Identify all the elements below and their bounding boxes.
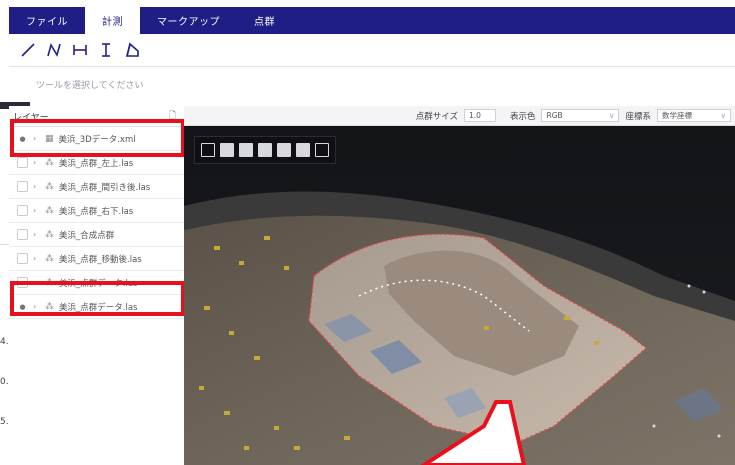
- layer-label: 美浜_点群_間引き後.las: [59, 182, 151, 193]
- view-right-icon[interactable]: [277, 143, 291, 157]
- tab-file[interactable]: ファイル: [9, 7, 85, 34]
- polyline-measure-icon[interactable]: [43, 39, 65, 61]
- layer-panel-header: レイヤー 🗋: [9, 106, 184, 127]
- coord-system-value: 数学座標: [662, 111, 692, 120]
- visibility-eye-icon[interactable]: ●: [17, 133, 28, 144]
- layer-item[interactable]: › ⁂ 美浜_点群_左上.las: [9, 151, 184, 175]
- expand-chevron-icon[interactable]: ›: [33, 302, 40, 311]
- coord-system-label: 座標系: [625, 111, 651, 122]
- point-cloud-icon: ⁂: [45, 157, 54, 168]
- layer-label: 美浜_点群データ.las: [59, 278, 138, 289]
- layer-panel: レイヤー 🗋 ● › ▦ 美浜_3Dデータ.xml › ⁂ 美浜_点群_左上.las › ⁂ 美浜…: [9, 106, 185, 465]
- tool-hint-text: ツールを選択してください: [36, 81, 144, 91]
- layer-item[interactable]: › ⁂ 美浜_合成点群: [9, 223, 184, 247]
- layer-item[interactable]: › ⁂ 美浜_点群_移動後.las: [9, 247, 184, 271]
- point-size-input[interactable]: 1.0: [463, 109, 496, 122]
- expand-chevron-icon[interactable]: ›: [33, 230, 40, 239]
- layer-label: 美浜_点群_移動後.las: [59, 254, 142, 265]
- layer-item[interactable]: › ⁂ 美浜_点群_間引き後.las: [9, 175, 184, 199]
- view-back-icon[interactable]: [239, 143, 253, 157]
- expand-chevron-icon[interactable]: ›: [33, 158, 40, 167]
- visibility-eye-icon[interactable]: ●: [17, 301, 28, 312]
- layer-item[interactable]: › ⁂ 美浜_点群データ.las: [9, 271, 184, 295]
- visibility-checkbox[interactable]: [17, 253, 28, 264]
- layer-item[interactable]: › ⁂ 美浜_点群_右下.las: [9, 199, 184, 223]
- expand-chevron-icon[interactable]: ›: [33, 206, 40, 215]
- visibility-checkbox[interactable]: [17, 205, 28, 216]
- layer-item[interactable]: ● › ⁂ 美浜_点群データ.las: [9, 295, 184, 319]
- area-measure-icon[interactable]: [121, 39, 143, 61]
- chevron-down-icon: ∨: [608, 111, 615, 120]
- view-top-icon[interactable]: [201, 143, 215, 157]
- view-bottom-icon[interactable]: [315, 143, 329, 157]
- layer-item[interactable]: ● › ▦ 美浜_3Dデータ.xml: [9, 127, 184, 151]
- visibility-checkbox[interactable]: [17, 157, 28, 168]
- chevron-down-icon: ∨: [720, 111, 727, 120]
- background-number: 0.: [0, 377, 9, 387]
- point-cloud-icon: ⁂: [45, 301, 54, 312]
- expand-chevron-icon[interactable]: ›: [33, 182, 40, 191]
- new-layer-icon[interactable]: 🗋: [169, 108, 176, 124]
- tab-measure[interactable]: 計測: [85, 7, 140, 34]
- point-cloud-icon: ⁂: [45, 253, 54, 264]
- layer-label: 美浜_点群_右下.las: [59, 206, 134, 217]
- point-size-label: 点群サイズ: [415, 111, 458, 122]
- expand-chevron-icon[interactable]: ›: [33, 254, 40, 263]
- horizontal-distance-icon[interactable]: [69, 39, 91, 61]
- tab-point-cloud[interactable]: 点群: [237, 7, 292, 34]
- display-color-select[interactable]: RGB ∨: [541, 109, 620, 122]
- layer-label: 美浜_3Dデータ.xml: [58, 134, 136, 145]
- expand-chevron-icon[interactable]: ›: [33, 278, 40, 287]
- visibility-checkbox[interactable]: [17, 229, 28, 240]
- point-cloud-render: [184, 126, 735, 465]
- visibility-checkbox[interactable]: [17, 181, 28, 192]
- display-color-label: 表示色: [509, 111, 536, 122]
- tool-hint: ツールを選択してください: [9, 66, 735, 102]
- point-cloud-viewport[interactable]: [184, 126, 735, 465]
- vertical-distance-icon[interactable]: [95, 39, 117, 61]
- visibility-checkbox[interactable]: [17, 277, 28, 288]
- point-cloud-icon: ⁂: [45, 229, 54, 240]
- layer-label: 美浜_合成点群: [59, 230, 115, 241]
- layer-panel-title: レイヤー: [13, 112, 49, 123]
- coord-system-select[interactable]: 数学座標 ∨: [657, 109, 731, 122]
- expand-chevron-icon[interactable]: ›: [33, 134, 40, 143]
- line-measure-icon[interactable]: [17, 39, 39, 61]
- point-cloud-icon: ⁂: [45, 205, 54, 216]
- point-cloud-params: 点群サイズ 1.0 表示色 RGB ∨ 座標系 数学座標 ∨: [184, 106, 735, 126]
- display-color-value: RGB: [546, 111, 563, 120]
- layer-list: ● › ▦ 美浜_3Dデータ.xml › ⁂ 美浜_点群_左上.las › ⁂ 美浜_点群_間引き…: [9, 127, 184, 319]
- view-perspective-icon[interactable]: [296, 143, 310, 157]
- layer-label: 美浜_点群データ.las: [59, 302, 138, 313]
- view-front-icon[interactable]: [220, 143, 234, 157]
- model-file-icon: ▦: [45, 133, 54, 144]
- view-toolbar: [194, 136, 336, 164]
- tab-markup[interactable]: マークアップ: [140, 7, 237, 34]
- background-number: 4.: [0, 337, 9, 347]
- measure-toolbar: [9, 34, 735, 66]
- background-divider: [0, 244, 9, 245]
- point-cloud-icon: ⁂: [45, 181, 54, 192]
- background-number: 5.: [0, 417, 9, 427]
- layer-label: 美浜_点群_左上.las: [59, 158, 134, 169]
- menu-bar: ファイル 計測 マークアップ 点群: [9, 7, 735, 34]
- view-left-icon[interactable]: [258, 143, 272, 157]
- point-cloud-icon: ⁂: [45, 277, 54, 288]
